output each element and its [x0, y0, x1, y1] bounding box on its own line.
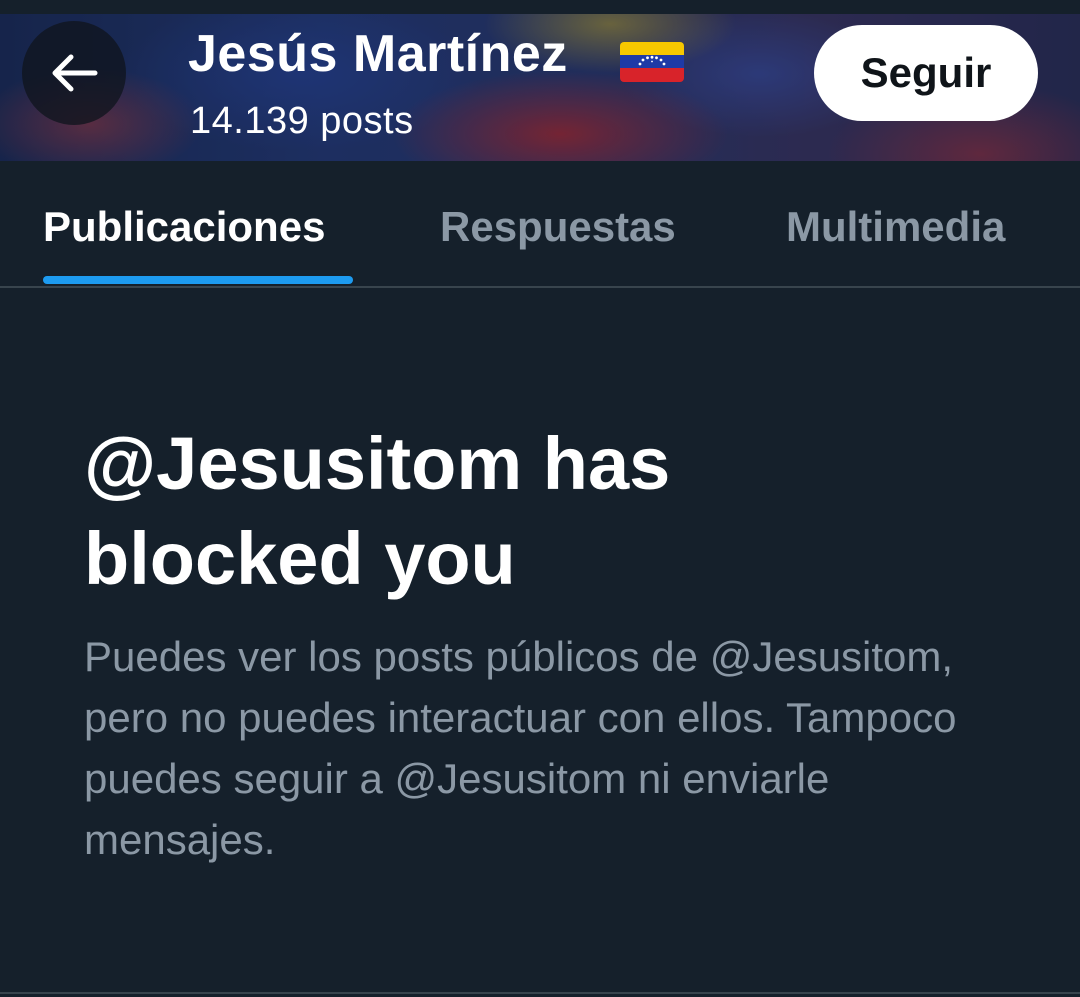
arrow-left-icon [52, 54, 98, 92]
blocked-description: Puedes ver los posts públicos de @Jesusi… [84, 633, 957, 863]
follow-button[interactable]: Seguir [814, 25, 1038, 121]
profile-tabs: Publicaciones Respuestas Multimedia [0, 161, 1080, 287]
venezuela-flag-icon [620, 42, 684, 82]
status-bar-strip [0, 0, 1080, 14]
post-count: 14.139 posts [190, 100, 414, 142]
tabs-divider [0, 286, 1080, 288]
active-tab-indicator [43, 276, 353, 284]
tab-publicaciones[interactable]: Publicaciones [43, 203, 325, 251]
profile-page: Jesús Martínez 14.139 posts Seguir Publi… [0, 0, 1080, 997]
profile-name: Jesús Martínez [188, 25, 568, 83]
tab-multimedia[interactable]: Multimedia [786, 203, 1005, 251]
blocked-title: @Jesusitom has blocked you [84, 422, 671, 600]
tab-respuestas[interactable]: Respuestas [440, 203, 676, 251]
bottom-divider [0, 992, 1080, 994]
back-button[interactable] [22, 21, 126, 125]
